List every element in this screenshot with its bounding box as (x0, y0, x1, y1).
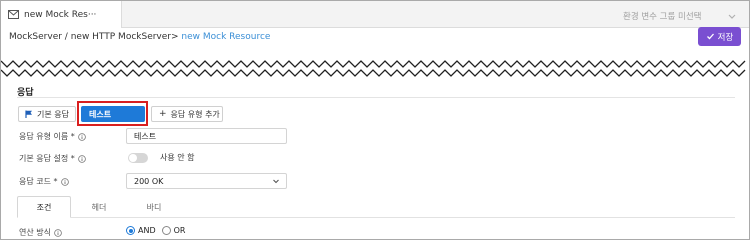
response-tab-default-label: 기본 응답 (37, 109, 69, 119)
type-name-label-text: 응답 유형 이름 * (19, 132, 75, 141)
toggle-knob (129, 154, 137, 162)
breadcrumb-path[interactable]: MockServer / new HTTP MockServer> (9, 32, 181, 42)
toggle-label: 사용 안 함 (160, 153, 195, 162)
tab-body[interactable]: 바디 (127, 196, 181, 218)
highlight-box (77, 101, 148, 126)
chevron-down-icon (272, 177, 280, 185)
section-divider (17, 97, 735, 98)
match-mode-label-text: 연산 방식 (19, 228, 51, 237)
tab-conditions[interactable]: 조건 (17, 196, 71, 218)
radio-and[interactable] (126, 226, 135, 235)
response-code-label-text: 응답 코드 * (19, 177, 58, 186)
info-icon (77, 132, 86, 141)
breadcrumb-current: new Mock Resource (181, 32, 271, 42)
response-code-value: 200 OK (134, 176, 164, 186)
plus-icon: + (159, 109, 167, 119)
content-tab-bar: 조건 헤더 바디 (17, 196, 735, 218)
match-mode-radio-group: AND OR (126, 226, 191, 235)
radio-and-label: AND (138, 226, 156, 235)
breadcrumb-bar: MockServer / new HTTP MockServer> new Mo… (1, 28, 749, 48)
info-icon (60, 177, 69, 186)
default-setting-label: 기본 응답 설정 * (19, 153, 86, 164)
default-setting-label-text: 기본 응답 설정 * (19, 154, 75, 163)
save-button-label: 저장 (717, 32, 734, 43)
env-group-select[interactable]: 환경 변수 그룹 미선택 (613, 6, 743, 25)
response-panel: 응답 기본 응답 테스트 + 응답 유형 추가 응답 유형 이름 * 테스트 기… (1, 81, 749, 239)
chevron-down-icon (727, 11, 737, 21)
check-icon (706, 32, 715, 41)
mail-icon (8, 10, 19, 19)
tab-headers[interactable]: 헤더 (72, 196, 126, 218)
tab-bar: new Mock Res··· 환경 변수 그룹 미선택 (1, 1, 749, 28)
radio-or-label: OR (173, 226, 186, 235)
radio-or[interactable] (161, 226, 171, 235)
info-icon (54, 228, 62, 237)
type-name-label: 응답 유형 이름 * (19, 131, 86, 142)
add-response-type-label: 응답 유형 추가 (170, 109, 220, 119)
tab-label: new Mock Res··· (24, 9, 97, 20)
env-select-placeholder: 환경 변수 그룹 미선택 (623, 11, 702, 22)
type-name-value: 테스트 (134, 131, 157, 141)
default-response-toggle[interactable] (128, 153, 148, 163)
tab-new-mock-resource[interactable]: new Mock Res··· (1, 1, 122, 28)
response-code-label: 응답 코드 * (19, 176, 69, 187)
type-name-input[interactable]: 테스트 (126, 128, 287, 144)
save-button[interactable]: 저장 (698, 27, 741, 46)
add-response-type-button[interactable]: + 응답 유형 추가 (151, 106, 223, 122)
flag-icon (25, 110, 33, 118)
cut-marker (1, 60, 746, 77)
info-icon (77, 154, 86, 163)
response-code-select[interactable]: 200 OK (126, 173, 287, 189)
response-tab-default[interactable]: 기본 응답 (18, 106, 76, 122)
breadcrumb: MockServer / new HTTP MockServer> new Mo… (9, 32, 270, 42)
match-mode-label: 연산 방식 (19, 227, 62, 238)
